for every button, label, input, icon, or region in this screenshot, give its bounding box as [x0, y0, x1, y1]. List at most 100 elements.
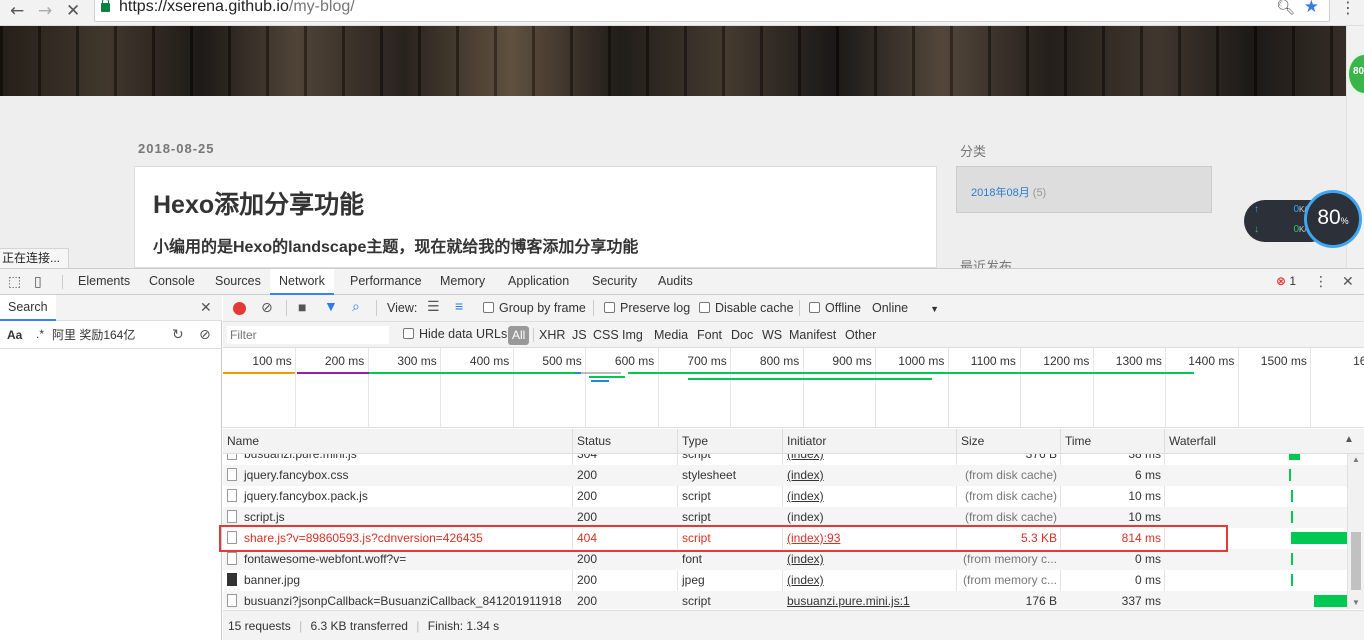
overview-tick-label: 700 ms: [687, 354, 727, 368]
record-button-icon[interactable]: [233, 302, 246, 315]
large-rows-icon[interactable]: ☰: [427, 298, 440, 315]
filter-type-manifest[interactable]: Manifest: [789, 328, 836, 342]
filter-type-ws[interactable]: WS: [762, 328, 782, 342]
table-row[interactable]: banner.jpg 200 jpeg (index) (from memory c..…: [223, 570, 1347, 591]
request-name[interactable]: banner.jpg: [244, 573, 300, 587]
column-initiator[interactable]: Initiator: [783, 429, 957, 454]
post-title[interactable]: Hexo添加分享功能: [153, 185, 364, 221]
tab-sources[interactable]: Sources: [206, 269, 270, 295]
refresh-search-icon[interactable]: ↻: [172, 326, 184, 343]
overview-gridline: [1092, 348, 1094, 428]
scroll-down-icon[interactable]: ▼: [1352, 598, 1360, 607]
filter-type-other[interactable]: Other: [845, 328, 876, 342]
checkbox-icon: [483, 302, 494, 313]
tab-security[interactable]: Security: [583, 269, 646, 295]
disable-cache-checkbox[interactable]: Disable cache: [699, 301, 794, 315]
close-search-icon[interactable]: ✕: [200, 299, 212, 316]
highlight-annotation-box: [219, 525, 1228, 552]
column-type[interactable]: Type: [678, 429, 783, 454]
tab-elements[interactable]: Elements: [69, 269, 139, 295]
devtools-menu-icon[interactable]: ⋮: [1314, 273, 1328, 290]
device-toolbar-icon[interactable]: ▯: [34, 273, 42, 290]
regex-button[interactable]: .*: [36, 327, 44, 341]
request-name[interactable]: jquery.fancybox.pack.js: [244, 489, 368, 503]
filter-icon[interactable]: ▼: [324, 298, 338, 314]
devtools-panel: ⬚ ▯ Elements Console Sources Network Per…: [0, 268, 1364, 640]
tab-memory[interactable]: Memory: [431, 269, 494, 295]
initiator-cell[interactable]: (index): [783, 465, 957, 486]
group-by-frame-checkbox[interactable]: Group by frame: [483, 301, 586, 315]
tab-console[interactable]: Console: [140, 269, 204, 295]
preserve-log-checkbox[interactable]: Preserve log: [604, 301, 690, 315]
waterfall-view-icon[interactable]: ≡: [455, 298, 463, 314]
initiator-cell[interactable]: (index): [783, 454, 957, 465]
zoom-icon[interactable]: 🔍︎: [1276, 0, 1295, 16]
scroll-up-icon[interactable]: ▲: [1352, 455, 1360, 464]
category-link[interactable]: 2018年08月 (5): [971, 184, 1046, 200]
tab-performance[interactable]: Performance: [341, 269, 431, 295]
browser-menu-icon[interactable]: ⋮: [1340, 0, 1356, 18]
filter-type-js[interactable]: JS: [572, 328, 587, 342]
column-status[interactable]: Status: [573, 429, 678, 454]
search-tab[interactable]: Search: [0, 295, 56, 321]
request-name[interactable]: busuanzi.pure.mini.js: [244, 454, 357, 461]
hide-data-urls-checkbox[interactable]: Hide data URLs: [403, 327, 507, 341]
column-time[interactable]: Time: [1061, 429, 1165, 454]
match-case-button[interactable]: Aa: [7, 328, 22, 342]
initiator-cell[interactable]: (index): [783, 486, 957, 507]
throttling-select[interactable]: Online ▼: [872, 301, 939, 315]
waterfall-bar: [1290, 553, 1293, 565]
filter-type-font[interactable]: Font: [697, 328, 722, 342]
overview-gridline: [802, 348, 804, 428]
filter-input[interactable]: [227, 326, 389, 344]
search-icon[interactable]: ⌕: [352, 298, 360, 315]
offline-checkbox[interactable]: Offline: [809, 301, 861, 315]
filter-type-css[interactable]: CSS: [593, 328, 619, 342]
column-name[interactable]: Name: [223, 429, 573, 454]
error-counter[interactable]: ⊗ 1: [1276, 274, 1296, 288]
capture-screenshots-icon[interactable]: ■: [298, 299, 306, 315]
tab-application[interactable]: Application: [499, 269, 578, 295]
network-overview-timeline[interactable]: 100 ms 200 ms 300 ms 400 ms 500 ms 600 ms 700 …: [223, 348, 1364, 428]
search-input[interactable]: [52, 325, 164, 344]
column-size[interactable]: Size: [957, 429, 1061, 454]
bookmark-star-icon[interactable]: ★: [1304, 0, 1319, 17]
close-devtools-icon[interactable]: ✕: [1342, 273, 1354, 290]
tab-network[interactable]: Network: [270, 269, 334, 295]
sort-up-icon[interactable]: ▲: [1344, 434, 1354, 445]
inspect-element-icon[interactable]: ⬚: [8, 273, 21, 290]
request-name[interactable]: busuanzi?jsonpCallback=BusuanziCallback_…: [244, 594, 562, 608]
request-name[interactable]: fontawesome-webfont.woff?v=: [244, 552, 406, 566]
table-row[interactable]: jquery.fancybox.css 200 stylesheet (index) (…: [223, 465, 1347, 486]
initiator-cell[interactable]: (index): [783, 570, 957, 591]
back-icon[interactable]: ←: [10, 1, 24, 21]
clear-log-icon[interactable]: ⊘: [261, 299, 273, 316]
clear-search-icon[interactable]: ⊘: [199, 326, 211, 343]
overview-gridline: [947, 348, 949, 428]
memory-percent-ring[interactable]: 80%: [1304, 190, 1362, 248]
table-scrollbar[interactable]: ▲ ▼: [1347, 454, 1364, 609]
name-cell: busuanzi?jsonpCallback=BusuanziCallback_…: [223, 591, 573, 609]
table-row[interactable]: busuanzi.pure.mini.js 304 script (index) 376…: [223, 454, 1347, 465]
initiator-cell[interactable]: (index): [783, 549, 957, 570]
forward-icon[interactable]: →: [38, 1, 52, 21]
address-bar[interactable]: https://xserena.github.io/my-blog/ 🔍︎ ★: [94, 0, 1330, 22]
tab-audits[interactable]: Audits: [649, 269, 702, 295]
initiator-cell[interactable]: busuanzi.pure.mini.js:1: [783, 591, 957, 609]
request-name[interactable]: jquery.fancybox.css: [244, 468, 349, 482]
table-row[interactable]: busuanzi?jsonpCallback=BusuanziCallback_…: [223, 591, 1347, 609]
table-row[interactable]: fontawesome-webfont.woff?v= 200 font (index…: [223, 549, 1347, 570]
filter-type-xhr[interactable]: XHR: [539, 328, 565, 342]
scrollbar-thumb[interactable]: [1351, 532, 1361, 590]
filter-type-all[interactable]: All: [508, 326, 530, 345]
category-link-label[interactable]: 2018年08月: [971, 187, 1030, 199]
filter-type-img[interactable]: Img: [622, 328, 643, 342]
stop-loading-icon[interactable]: ✕: [66, 1, 80, 21]
url-text: https://xserena.github.io/my-blog/: [119, 0, 355, 16]
badge-value: 80: [1353, 66, 1364, 77]
request-name[interactable]: script.js: [244, 510, 285, 524]
filter-type-doc[interactable]: Doc: [731, 328, 753, 342]
filter-type-media[interactable]: Media: [654, 328, 688, 342]
table-row[interactable]: jquery.fancybox.pack.js 200 script (index) (…: [223, 486, 1347, 507]
column-waterfall[interactable]: Waterfall: [1165, 429, 1364, 454]
